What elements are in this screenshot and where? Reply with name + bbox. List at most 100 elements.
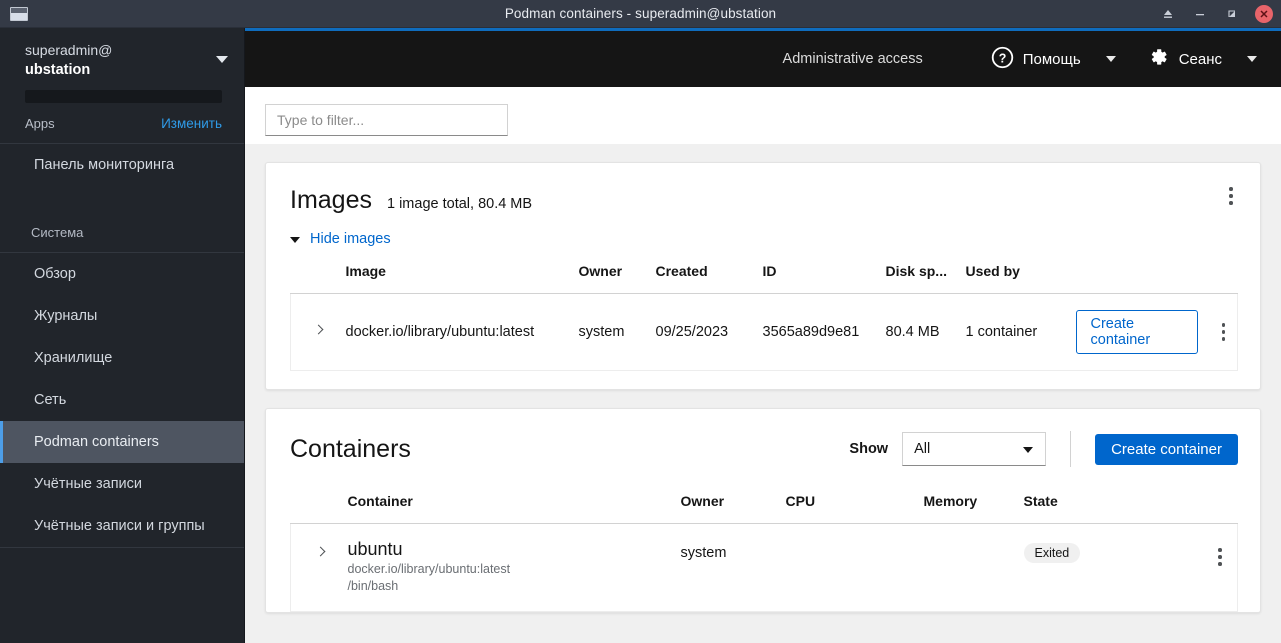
images-card-header: Images 1 image total, 80.4 MB: [266, 163, 1260, 215]
containers-col-expand: [290, 489, 348, 524]
sidebar-item-accounts-groups[interactable]: Учётные записи и группы: [0, 505, 244, 547]
chevron-down-icon: [1105, 56, 1116, 62]
table-row[interactable]: docker.io/library/ubuntu:latest system 0…: [290, 293, 1238, 371]
container-image: docker.io/library/ubuntu:latest: [347, 562, 511, 576]
sidebar: superadmin@ ubstation Apps Изменить Пане…: [0, 28, 245, 643]
chevron-down-icon: [1247, 56, 1257, 62]
containers-col-actions: [1163, 489, 1238, 524]
containers-row-cpu: [785, 523, 924, 612]
close-icon[interactable]: ✕: [1255, 5, 1273, 23]
images-table-header-row: Image Owner Created ID Disk sp... Used b…: [290, 259, 1238, 294]
nav-group-dashboard: Панель мониторинга Система: [0, 144, 244, 253]
eject-icon[interactable]: [1159, 5, 1177, 23]
containers-col-container: Container: [347, 489, 681, 524]
images-col-created: Created: [655, 259, 763, 294]
sidebar-item-accounts[interactable]: Учётные записи: [0, 463, 244, 505]
images-row-expander-cell: [290, 293, 346, 371]
images-col-expand: [290, 259, 346, 294]
sidebar-search-input[interactable]: [25, 90, 222, 103]
apps-label: Apps: [25, 116, 55, 131]
chevron-down-icon: [216, 56, 228, 63]
help-menu-label: Помощь: [1022, 50, 1081, 68]
host-name: ubstation: [25, 62, 91, 78]
images-col-owner: Owner: [578, 259, 656, 294]
top-navigation-bar: Administrative access ? Помощь Сеанс: [245, 28, 1281, 87]
session-menu-label: Сеанс: [1178, 50, 1222, 68]
containers-row-owner: system: [680, 523, 786, 612]
containers-table-wrapper: Container Owner CPU Memory State ubuntu …: [266, 467, 1260, 612]
containers-col-state: State: [1023, 489, 1164, 524]
show-label: Show: [849, 441, 889, 457]
containers-card: Containers Show All Create container Con…: [265, 408, 1261, 613]
create-container-button[interactable]: Create container: [1095, 433, 1238, 465]
minimize-icon[interactable]: [1191, 5, 1209, 23]
images-row-created: 09/25/2023: [655, 293, 763, 371]
host-user: superadmin@: [25, 42, 113, 58]
containers-table: Container Owner CPU Memory State ubuntu …: [290, 489, 1238, 612]
nav-group-system: Обзор Журналы Хранилище Сеть Podman cont…: [0, 253, 244, 548]
show-filter-value: All: [914, 441, 931, 457]
containers-row-actions-cell: [1163, 523, 1238, 612]
images-card: Images 1 image total, 80.4 MB Hide image…: [265, 162, 1261, 390]
images-table-wrapper: Image Owner Created ID Disk sp... Used b…: [266, 259, 1260, 389]
sidebar-item-storage[interactable]: Хранилище: [0, 337, 244, 379]
images-row-owner: system: [578, 293, 656, 371]
search-input[interactable]: [265, 104, 508, 136]
containers-card-header: Containers Show All Create container: [266, 409, 1260, 467]
images-col-actions: [1075, 259, 1238, 294]
content-area: Administrative access ? Помощь Сеанс Typ…: [245, 28, 1281, 643]
images-col-id: ID: [762, 259, 886, 294]
container-command: /bin/bash: [347, 579, 399, 593]
kebab-menu-icon[interactable]: [1207, 542, 1233, 572]
show-filter-select[interactable]: All: [902, 432, 1047, 466]
restore-icon[interactable]: [1223, 5, 1241, 23]
images-table: Image Owner Created ID Disk sp... Used b…: [290, 259, 1238, 371]
containers-row-expander-cell: [290, 523, 348, 612]
session-menu[interactable]: Сеанс: [1146, 45, 1257, 73]
kebab-menu-icon[interactable]: [1218, 181, 1244, 211]
chevron-down-icon: [1023, 447, 1034, 453]
container-name: ubuntu: [347, 539, 403, 559]
images-row-disk-space: 80.4 MB: [885, 293, 966, 371]
sidebar-item-podman-containers[interactable]: Podman containers: [0, 421, 244, 463]
apps-row: Apps Изменить: [0, 103, 244, 144]
images-row-image: docker.io/library/ubuntu:latest: [345, 293, 579, 371]
containers-col-memory: Memory: [923, 489, 1024, 524]
containers-col-owner: Owner: [680, 489, 786, 524]
images-row-id: 3565a89d9e81: [762, 293, 886, 371]
containers-row-container-cell: ubuntu docker.io/library/ubuntu:latest /…: [347, 523, 681, 612]
sidebar-item-network[interactable]: Сеть: [0, 379, 244, 421]
nav-section-system: Система: [31, 225, 84, 240]
table-row[interactable]: ubuntu docker.io/library/ubuntu:latest /…: [290, 523, 1238, 612]
filter-bar: [245, 87, 1281, 144]
sidebar-item-dashboard[interactable]: Панель мониторинга: [0, 144, 244, 186]
containers-card-title: Containers: [290, 435, 411, 463]
host-switcher[interactable]: superadmin@ ubstation: [0, 28, 244, 88]
sidebar-item-logs[interactable]: Журналы: [0, 295, 244, 337]
window-icon: [10, 7, 28, 21]
divider: [1070, 431, 1072, 467]
create-container-button[interactable]: Create container: [1075, 310, 1199, 354]
help-circle-icon: ?: [991, 46, 1014, 73]
sidebar-item-overview[interactable]: Обзор: [0, 253, 244, 295]
hide-images-toggle[interactable]: Hide images: [266, 215, 1260, 259]
administrative-access-button[interactable]: Administrative access: [783, 51, 923, 67]
images-col-used-by: Used by: [965, 259, 1076, 294]
kebab-menu-icon[interactable]: [1212, 317, 1235, 347]
hide-images-label: Hide images: [310, 231, 391, 247]
containers-table-header-row: Container Owner CPU Memory State: [290, 489, 1238, 524]
images-col-image: Image: [345, 259, 579, 294]
window-title: Podman containers - superadmin@ubstation: [504, 6, 777, 21]
svg-text:?: ?: [998, 51, 1006, 65]
application-window: Podman containers - superadmin@ubstation…: [0, 0, 1281, 643]
images-row-used-by: 1 container: [965, 293, 1076, 371]
chevron-right-icon[interactable]: [315, 548, 325, 558]
window-controls: ✕: [1159, 0, 1273, 28]
chevron-right-icon[interactable]: [313, 326, 323, 336]
window-body: superadmin@ ubstation Apps Изменить Пане…: [0, 28, 1281, 643]
page-scroll-region: Images 1 image total, 80.4 MB Hide image…: [245, 87, 1281, 643]
apps-edit-link[interactable]: Изменить: [161, 116, 222, 131]
help-menu[interactable]: ? Помощь: [991, 46, 1116, 73]
containers-header-controls: Show All Create container: [849, 431, 1238, 467]
